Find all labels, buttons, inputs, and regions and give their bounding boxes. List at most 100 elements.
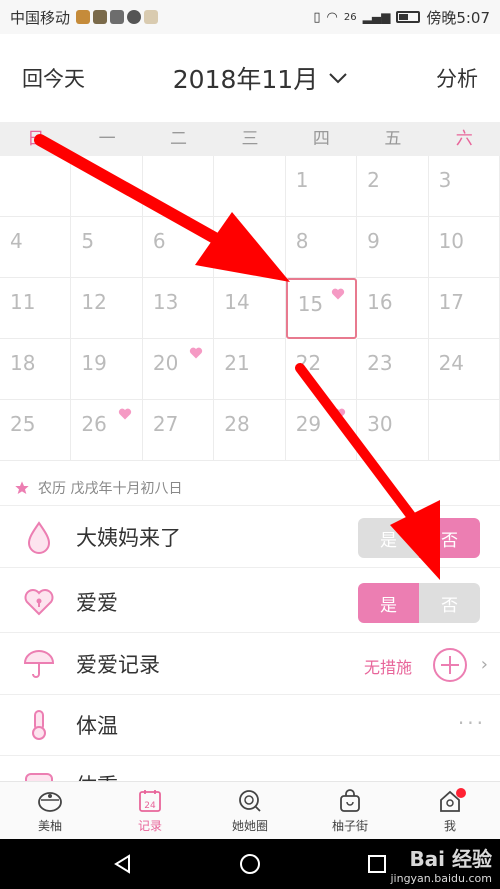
tab-label: 我 <box>443 818 456 833</box>
calendar-day-cell[interactable]: 28 <box>214 400 286 461</box>
calendar-day-cell[interactable]: 24 <box>428 339 500 400</box>
calendar-day-number: 1 <box>295 168 309 192</box>
carrier-label: 中国移动 <box>10 8 71 27</box>
tab-record[interactable]: 24 记录 <box>100 782 200 839</box>
home-icon <box>38 791 62 812</box>
calendar-day-number: 3 <box>438 168 452 192</box>
calendar-day-cell[interactable]: 2 <box>357 156 429 217</box>
calendar-day-cell[interactable]: 14 <box>214 278 286 339</box>
weight-row[interactable]: 体重 <box>0 756 500 781</box>
calendar-day-cell[interactable]: 8 <box>285 217 358 278</box>
calendar-day-cell[interactable]: 20 <box>142 339 215 400</box>
tab-bar: 美柚 24 记录 她她圈 柚子街 我 <box>0 781 500 839</box>
calendar-day-cell[interactable]: 9 <box>357 217 429 278</box>
love-toggle[interactable]: 是 否 <box>358 583 480 623</box>
calendar-day-cell[interactable]: 16 <box>357 278 429 339</box>
temperature-label: 体温 <box>76 714 118 738</box>
calendar-day-cell[interactable]: 18 <box>0 339 72 400</box>
clock: 傍晚5:07 <box>426 8 490 27</box>
calendar-day-number: 22 <box>295 351 322 375</box>
lunar-date-row: 农历 戊戌年十月初八日 <box>0 470 500 506</box>
calendar-day-cell[interactable]: 25 <box>0 400 72 461</box>
tab-label: 美柚 <box>37 818 62 833</box>
period-label: 大姨妈来了 <box>76 526 181 550</box>
calendar-day-cell[interactable]: 26 <box>71 400 143 461</box>
love-record-row[interactable]: 爱爱记录 无措施 › <box>0 634 500 695</box>
tab-circle[interactable]: 她她圈 <box>200 782 300 839</box>
analysis-button[interactable]: 分析 <box>436 63 478 93</box>
heart-icon <box>332 408 346 420</box>
calendar-day-cell[interactable]: 15 <box>285 278 358 339</box>
calendar-day-cell[interactable]: 23 <box>357 339 429 400</box>
back-icon[interactable] <box>112 853 134 875</box>
calendar-day-cell <box>0 156 72 217</box>
calendar-day-number: 12 <box>81 290 107 314</box>
weekday-label: 日 <box>27 129 45 149</box>
drop-icon <box>27 521 51 554</box>
calendar-day-cell[interactable]: 27 <box>142 400 215 461</box>
tab-profile[interactable]: 我 <box>400 782 500 839</box>
month-selector[interactable]: 2018年11月 <box>173 60 348 96</box>
period-no-option[interactable]: 否 <box>419 518 480 558</box>
calendar-day-cell[interactable]: 7 <box>214 217 286 278</box>
calendar-day-cell[interactable]: 13 <box>142 278 215 339</box>
love-row: 爱爱 是 否 <box>0 572 500 633</box>
period-toggle[interactable]: 是 否 <box>358 518 480 558</box>
recents-icon[interactable] <box>366 853 388 875</box>
calendar-day-cell[interactable]: 3 <box>428 156 500 217</box>
calendar-day-number: 13 <box>152 290 179 314</box>
heart-icon <box>118 408 131 420</box>
calendar-day-cell[interactable]: 12 <box>71 278 143 339</box>
app-notification-icon <box>144 10 159 24</box>
add-icon[interactable] <box>432 647 468 683</box>
calendar-day-cell[interactable]: 19 <box>71 339 143 400</box>
home-button-icon[interactable] <box>239 853 261 875</box>
period-row: 大姨妈来了 是 否 <box>0 507 500 568</box>
status-bar: 中国移动 ▯ ◠ 26 ▂▄▆ 傍晚5:07 <box>0 0 500 34</box>
heart-icon <box>190 347 203 359</box>
back-to-today-button[interactable]: 回今天 <box>22 63 85 93</box>
calendar-day-cell[interactable]: 11 <box>0 278 72 339</box>
calendar-day-cell[interactable]: 6 <box>142 217 215 278</box>
weekday-label: 三 <box>241 129 259 149</box>
app-notification-icon <box>110 10 125 24</box>
battery-icon <box>396 11 421 23</box>
star-icon <box>15 480 29 494</box>
love-label: 爱爱 <box>76 591 118 615</box>
tab-shop[interactable]: 柚子街 <box>300 782 400 839</box>
calendar-day-cell[interactable]: 4 <box>0 217 72 278</box>
love-no-option[interactable]: 否 <box>419 583 480 623</box>
love-yes-option[interactable]: 是 <box>358 583 419 623</box>
calendar-day-cell[interactable]: 22 <box>285 339 358 400</box>
watermark-url: jingyan.baidu.com <box>390 872 492 885</box>
calendar-day-cell[interactable]: 30 <box>357 400 429 461</box>
chevron-right-icon: › <box>480 654 488 675</box>
calendar-day-number: 11 <box>10 290 36 314</box>
calendar-day-cell[interactable]: 17 <box>428 278 500 339</box>
calendar-day-cell[interactable]: 10 <box>428 217 500 278</box>
calendar-day-number: 26 <box>81 412 107 436</box>
calendar-day-number: 30 <box>367 412 393 436</box>
calendar-day-number: 6 <box>152 229 166 253</box>
vibrate-icon: ▯ <box>313 9 321 25</box>
period-yes-option[interactable]: 是 <box>358 518 419 558</box>
weekday-label: 二 <box>170 129 188 149</box>
calendar-day-number: 8 <box>295 229 309 253</box>
temperature-row[interactable]: 体温 ··· <box>0 695 500 756</box>
umbrella-icon <box>23 650 55 678</box>
calendar-icon: 24 <box>139 789 161 812</box>
chevron-down-icon <box>329 73 347 84</box>
calendar-day-cell[interactable]: 1 <box>285 156 358 217</box>
tab-home[interactable]: 美柚 <box>0 782 100 839</box>
calendar-day-cell[interactable]: 5 <box>71 217 143 278</box>
calendar-day-number: 9 <box>367 229 380 253</box>
notification-dot <box>456 788 466 798</box>
tab-label: 柚子街 <box>331 818 368 833</box>
more-icon[interactable]: ··· <box>458 711 486 735</box>
calendar-day-cell[interactable]: 21 <box>214 339 286 400</box>
weight-label: 体重 <box>76 770 118 781</box>
month-title: 2018年11月 <box>172 65 319 94</box>
protection-value: 无措施 <box>363 658 412 677</box>
calendar-day-cell[interactable]: 29 <box>285 400 358 461</box>
watermark-logo: Bai 经验 <box>409 847 492 871</box>
